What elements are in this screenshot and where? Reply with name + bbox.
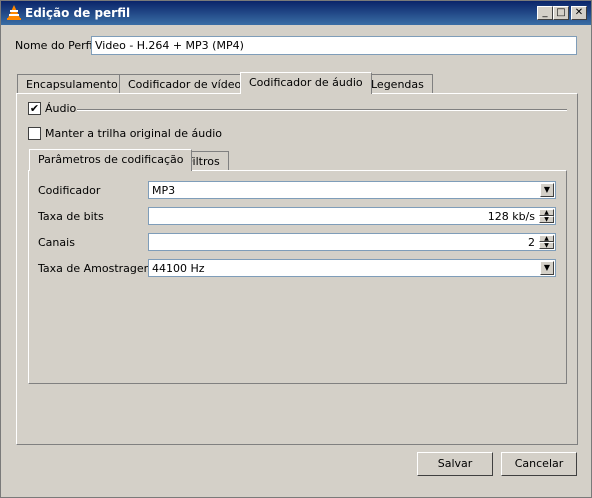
cancel-button[interactable]: Cancelar xyxy=(501,452,577,476)
maximize-button[interactable]: □ xyxy=(553,6,569,20)
bitrate-label: Taxa de bits xyxy=(38,210,104,223)
bitrate-value: 128 kb/s xyxy=(487,210,535,223)
profile-name-label: Nome do Perfil xyxy=(15,39,96,52)
encoding-params-panel: Codificador MP3 ▼ Taxa de bits 128 kb/s … xyxy=(28,170,567,384)
close-button[interactable]: ✕ xyxy=(571,6,587,20)
profile-name-input[interactable]: Video - H.264 + MP3 (MP4) xyxy=(91,36,577,55)
samplerate-select[interactable]: 44100 Hz ▼ xyxy=(148,259,556,277)
keep-audio-track-label: Manter a trilha original de áudio xyxy=(45,127,223,140)
codec-value: MP3 xyxy=(152,184,176,197)
tab-subtitles[interactable]: Legendas xyxy=(362,74,433,94)
audio-enable-label: Áudio xyxy=(45,102,77,115)
codec-select[interactable]: MP3 ▼ xyxy=(148,181,556,199)
audio-group-divider xyxy=(77,109,567,111)
tab-encapsulation[interactable]: Encapsulamento xyxy=(17,74,127,94)
tab-video-codec[interactable]: Codificador de vídeo xyxy=(119,74,251,94)
bitrate-spinbox[interactable]: 128 kb/s ▲ ▼ xyxy=(148,207,556,225)
profile-edit-window: Edição de perfil _ □ ✕ Nome do Perfil Vi… xyxy=(0,0,592,498)
channels-stepper[interactable]: ▲ ▼ xyxy=(539,235,554,250)
chevron-down-icon[interactable]: ▼ xyxy=(540,261,554,275)
bitrate-stepper[interactable]: ▲ ▼ xyxy=(539,209,554,224)
samplerate-value: 44100 Hz xyxy=(152,262,205,275)
decrement-icon[interactable]: ▼ xyxy=(539,242,554,249)
samplerate-label: Taxa de Amostragem xyxy=(38,262,155,275)
tab-audio-codec[interactable]: Codificador de áudio xyxy=(240,72,372,94)
audio-enable-checkbox[interactable]: ✔ xyxy=(28,102,41,115)
keep-audio-track-checkbox[interactable] xyxy=(28,127,41,140)
vlc-cone-icon xyxy=(7,5,21,20)
title-bar[interactable]: Edição de perfil _ □ ✕ xyxy=(1,1,591,25)
decrement-icon[interactable]: ▼ xyxy=(539,216,554,223)
channels-value: 2 xyxy=(528,236,535,249)
channels-label: Canais xyxy=(38,236,75,249)
increment-icon[interactable]: ▲ xyxy=(539,235,554,242)
minimize-button[interactable]: _ xyxy=(537,6,553,20)
codec-label: Codificador xyxy=(38,184,101,197)
increment-icon[interactable]: ▲ xyxy=(539,209,554,216)
audio-codec-panel: ✔ Áudio Manter a trilha original de áudi… xyxy=(16,93,578,445)
channels-spinbox[interactable]: 2 ▲ ▼ xyxy=(148,233,556,251)
subtab-encoding-params[interactable]: Parâmetros de codificação xyxy=(29,149,193,171)
chevron-down-icon[interactable]: ▼ xyxy=(540,183,554,197)
window-title: Edição de perfil xyxy=(25,6,131,20)
save-button[interactable]: Salvar xyxy=(417,452,493,476)
